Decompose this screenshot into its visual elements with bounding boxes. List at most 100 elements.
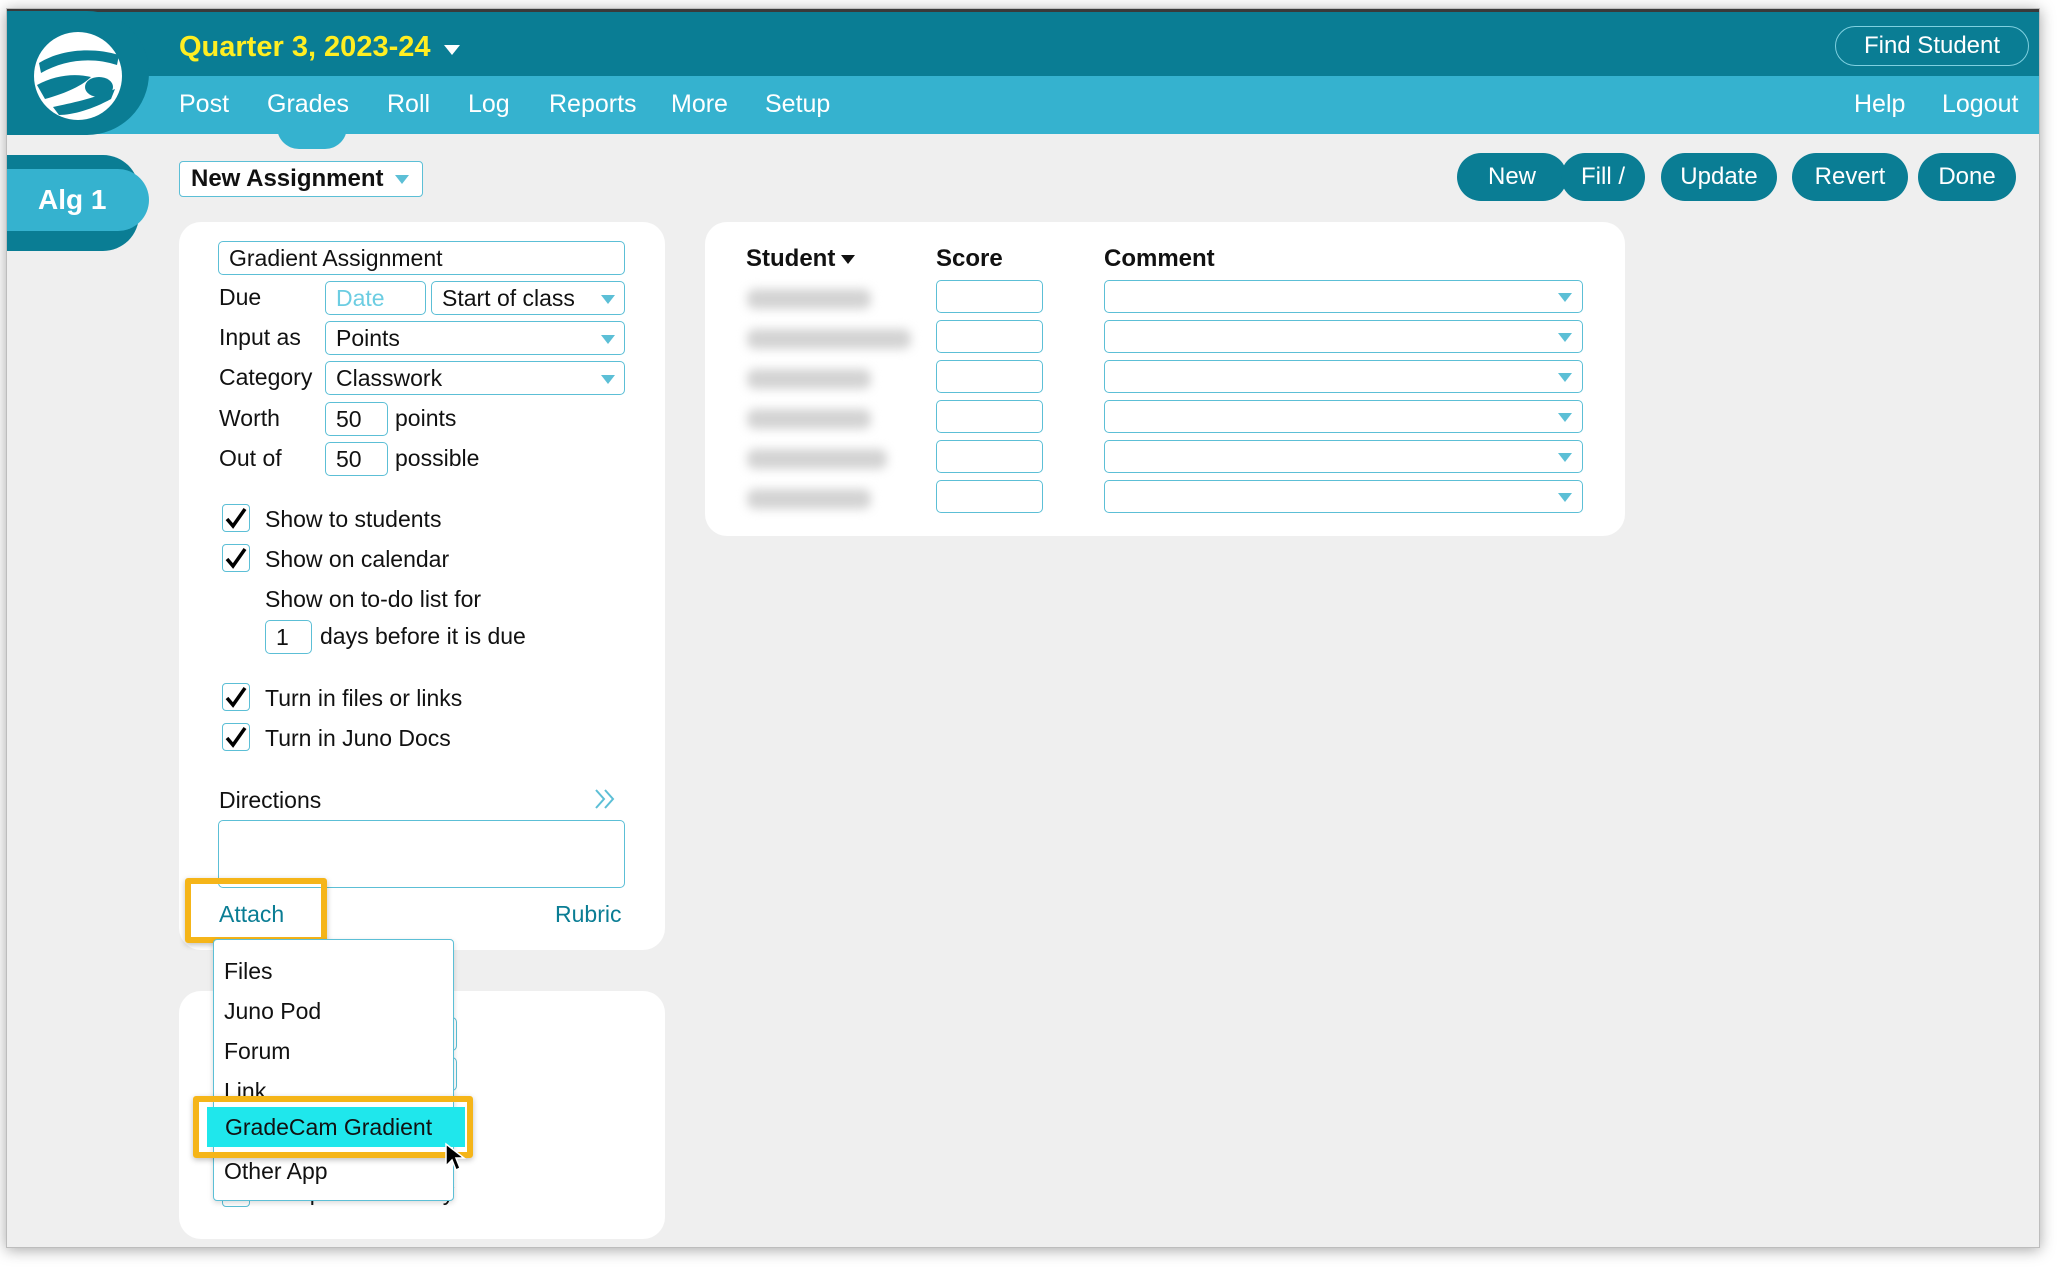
student-header-label: Student: [746, 245, 836, 272]
show-students-label: Show to students: [265, 506, 442, 532]
menu-item-files[interactable]: Files: [224, 958, 273, 985]
assignment-select[interactable]: New Assignment: [179, 161, 423, 197]
update-button[interactable]: Update: [1661, 153, 1777, 201]
comment-select[interactable]: [1104, 440, 1583, 473]
worth-input[interactable]: 50: [325, 402, 388, 436]
sort-caret-icon: [841, 254, 856, 264]
expand-chevron-icon[interactable]: [593, 787, 619, 811]
term-label: Quarter 3, 2023-24: [179, 31, 431, 63]
comment-column-header: Comment: [1104, 245, 1215, 272]
score-input[interactable]: [936, 360, 1043, 393]
score-input[interactable]: [936, 440, 1043, 473]
checkmark-icon: [225, 507, 247, 529]
turn-in-docs-label: Turn in Juno Docs: [265, 725, 451, 751]
category-label: Category: [219, 364, 313, 390]
checkmark-icon: [225, 726, 247, 748]
out-of-value: 50: [336, 445, 362, 472]
out-of-input[interactable]: 50: [325, 442, 388, 476]
assignment-title-input[interactable]: Gradient Assignment: [218, 241, 625, 275]
mouse-cursor-icon: [445, 1142, 466, 1172]
caret-down-icon: [601, 375, 615, 384]
score-input[interactable]: [936, 400, 1043, 433]
todo-days-value: 1: [276, 623, 289, 650]
turn-in-files-label: Turn in files or links: [265, 685, 463, 711]
category-select[interactable]: Classwork: [325, 361, 625, 395]
comment-select[interactable]: [1104, 360, 1583, 393]
caret-down-icon: [601, 295, 615, 304]
worth-unit: points: [395, 405, 457, 431]
score-input[interactable]: [936, 320, 1043, 353]
nav-setup[interactable]: Setup: [765, 90, 830, 119]
nav-grades[interactable]: Grades: [267, 90, 349, 119]
caret-down-icon: [1558, 453, 1572, 462]
todo-suffix: days before it is due: [320, 623, 526, 649]
caret-down-icon: [1558, 293, 1572, 302]
student-name-blurred: [747, 369, 871, 389]
due-time-select[interactable]: Start of class: [431, 281, 625, 315]
comment-select[interactable]: [1104, 320, 1583, 353]
nav-roll[interactable]: Roll: [387, 90, 430, 119]
turn-in-docs-checkbox[interactable]: [222, 723, 250, 751]
revert-button[interactable]: Revert: [1792, 153, 1908, 201]
due-label: Due: [219, 284, 262, 310]
input-as-select[interactable]: Points: [325, 321, 625, 355]
globe-logo-icon: [34, 32, 122, 120]
app-window: Quarter 3, 2023-24 Find Student Post Gra…: [6, 8, 2040, 1248]
rubric-link[interactable]: Rubric: [555, 901, 621, 928]
todo-days-input[interactable]: 1: [265, 620, 312, 654]
caret-down-icon: [601, 335, 615, 344]
nav-logout[interactable]: Logout: [1942, 90, 2018, 119]
active-nav-indicator: [277, 127, 347, 149]
todo-label: Show on to-do list for: [265, 586, 482, 612]
comment-select[interactable]: [1104, 400, 1583, 433]
worth-label: Worth: [219, 405, 280, 431]
attach-highlight: [185, 878, 327, 943]
show-students-checkbox[interactable]: [222, 504, 250, 532]
find-student-button[interactable]: Find Student: [1835, 26, 2029, 66]
caret-down-icon: [1558, 373, 1572, 382]
assignment-title-value: Gradient Assignment: [229, 244, 443, 271]
class-tab-label: Alg 1: [7, 169, 149, 231]
nav-log[interactable]: Log: [468, 90, 510, 119]
menu-item-forum[interactable]: Forum: [224, 1038, 290, 1065]
nav-help[interactable]: Help: [1854, 90, 1905, 119]
new-button[interactable]: New: [1457, 153, 1567, 201]
score-input[interactable]: [936, 480, 1043, 513]
due-date-input[interactable]: Date: [325, 281, 426, 315]
student-name-blurred: [747, 289, 871, 309]
show-calendar-label: Show on calendar: [265, 546, 450, 572]
menu-item-juno-pod[interactable]: Juno Pod: [224, 998, 321, 1025]
caret-down-icon: [444, 44, 461, 55]
score-column-header: Score: [936, 245, 1003, 272]
out-of-label: Out of: [219, 445, 282, 471]
comment-select[interactable]: [1104, 280, 1583, 313]
gradecam-highlight: [193, 1096, 473, 1158]
worth-value: 50: [336, 405, 362, 432]
nav-more[interactable]: More: [671, 90, 728, 119]
input-as-value: Points: [336, 324, 400, 351]
fill-button[interactable]: Fill /: [1561, 153, 1645, 201]
caret-down-icon: [1558, 333, 1572, 342]
assignment-select-label: New Assignment: [191, 165, 384, 192]
caret-down-icon: [395, 174, 410, 184]
term-selector[interactable]: Quarter 3, 2023-24: [179, 31, 461, 64]
logo[interactable]: [7, 11, 149, 135]
caret-down-icon: [1558, 493, 1572, 502]
due-time-value: Start of class: [442, 284, 575, 311]
nav-reports[interactable]: Reports: [549, 90, 637, 119]
show-calendar-checkbox[interactable]: [222, 544, 250, 572]
done-button[interactable]: Done: [1918, 153, 2016, 201]
class-tab[interactable]: Alg 1: [7, 155, 149, 253]
turn-in-files-checkbox[interactable]: [222, 683, 250, 711]
score-input[interactable]: [936, 280, 1043, 313]
input-as-label: Input as: [219, 324, 301, 350]
student-name-blurred: [747, 409, 871, 429]
nav-post[interactable]: Post: [179, 90, 229, 119]
out-of-unit: possible: [395, 445, 480, 471]
comment-select[interactable]: [1104, 480, 1583, 513]
due-date-placeholder: Date: [336, 284, 385, 311]
student-name-blurred: [747, 449, 887, 469]
student-column-header[interactable]: Student: [746, 245, 856, 273]
student-name-blurred: [747, 489, 871, 509]
menu-item-other-app[interactable]: Other App: [224, 1158, 328, 1185]
